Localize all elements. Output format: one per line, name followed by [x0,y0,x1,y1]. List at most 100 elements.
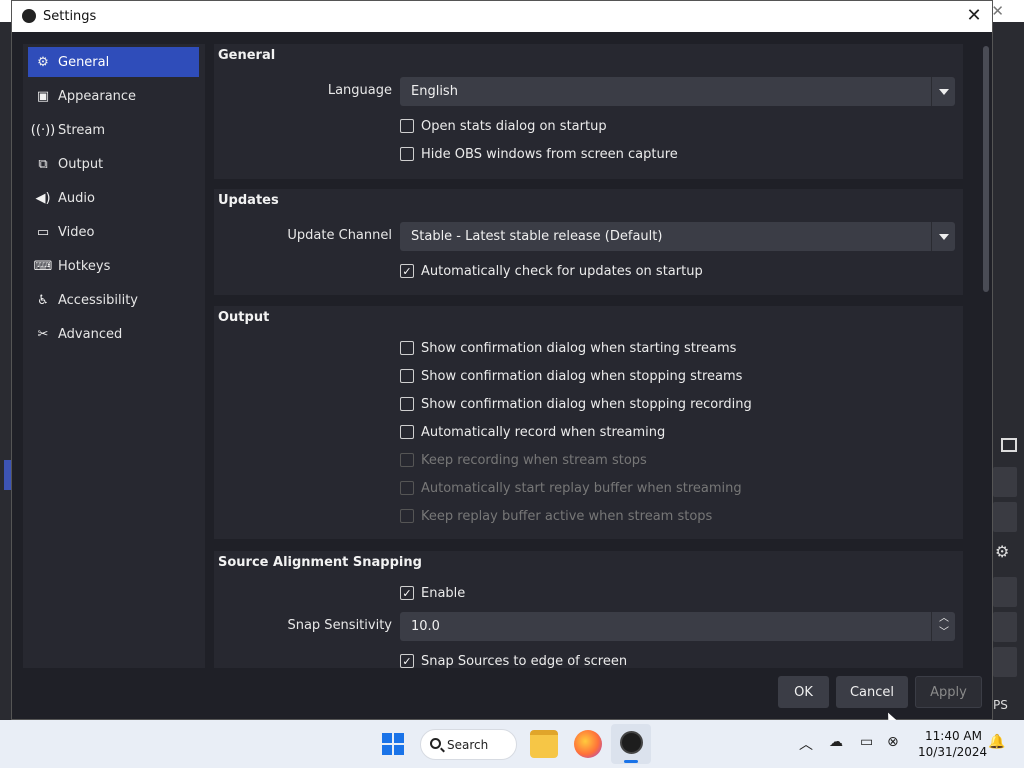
speaker-icon: ◀) [35,190,51,206]
snap-edge-checkbox[interactable]: ✓ Snap Sources to edge of screen [400,651,627,668]
checkbox-box[interactable] [400,397,414,411]
general-section: General Language English Open stats dial… [214,44,963,179]
control-button[interactable] [993,647,1017,677]
section-heading: General [218,48,276,63]
close-icon[interactable]: ✕ [964,6,984,26]
spin-buttons: ︿ ﹀ [931,612,955,641]
chevron-up-icon[interactable]: ︿ [799,734,813,754]
checkbox-box[interactable] [400,369,414,383]
confirm-stop-recording-checkbox[interactable]: Show confirmation dialog when stopping r… [400,394,752,414]
sidebar-item-audio[interactable]: ◀) Audio [28,183,199,213]
output-section: Output Show confirmation dialog when sta… [214,306,963,539]
sidebar-item-accessibility[interactable]: ♿ Accessibility [28,285,199,315]
auto-record-checkbox[interactable]: Automatically record when streaming [400,422,665,442]
checkbox-box-checked[interactable]: ✓ [400,654,414,668]
dock-window-icon[interactable] [1001,438,1017,452]
broadcast-icon: ((·)) [30,122,56,138]
sidebar-item-label: Audio [58,190,95,206]
checkbox-box[interactable] [400,119,414,133]
section-heading: Updates [218,193,279,208]
settings-content: General Language English Open stats dial… [214,44,991,668]
settings-gear-icon[interactable]: ⚙ [995,542,1009,561]
network-icon[interactable]: ⊗ [887,734,899,750]
clock-time: 11:40 AM [925,729,982,743]
checkbox-label: Show confirmation dialog when starting s… [421,340,737,356]
taskbar-clock[interactable]: 11:40 AM 10/31/2024 [918,728,987,760]
confirm-start-stream-checkbox[interactable]: Show confirmation dialog when starting s… [400,338,736,358]
obs-main-close-icon[interactable]: ✕ [991,2,1004,20]
sidebar-item-advanced[interactable]: ✂ Advanced [28,319,199,349]
snap-enable-checkbox[interactable]: ✓ Enable [400,583,465,603]
checkbox-label: Hide OBS windows from screen capture [421,146,678,162]
keyboard-icon: ⌨ [33,258,53,274]
sidebar-item-label: Stream [58,122,106,138]
checkbox-box-disabled [400,453,414,467]
checkbox-box[interactable] [400,147,414,161]
control-button[interactable] [993,467,1017,497]
sidebar-item-general[interactable]: ⚙ General [28,47,199,77]
sidebar-item-stream[interactable]: ((·)) Stream [28,115,199,145]
language-label: Language [327,83,392,98]
dialog-titlebar: Settings ✕ [12,1,992,32]
obs-icon [620,731,643,754]
onedrive-icon[interactable]: ☁ [829,734,843,750]
sidebar-item-hotkeys[interactable]: ⌨ Hotkeys [28,251,199,281]
scrollbar-thumb[interactable] [983,46,989,292]
file-explorer-icon[interactable] [530,730,558,758]
control-button[interactable] [993,577,1017,607]
update-channel-value: Stable - Latest stable release (Default) [411,229,663,244]
open-stats-checkbox[interactable]: Open stats dialog on startup [400,116,607,136]
checkbox-label: Automatically start replay buffer when s… [421,480,742,496]
snap-sensitivity-spinbox[interactable]: 10.0 ︿ ﹀ [400,612,955,641]
update-channel-label: Update Channel [287,228,392,243]
hide-obs-checkbox[interactable]: Hide OBS windows from screen capture [400,144,678,164]
control-button[interactable] [993,612,1017,642]
taskbar: Search ︿ ☁ ▭ ⊗ 11:40 AM 10/31/2024 🔔 [0,720,1024,768]
keep-replay-buffer-checkbox: Keep replay buffer active when stream st… [400,506,712,526]
content-scrollbar[interactable] [981,44,991,668]
checkbox-box-disabled [400,481,414,495]
checkbox-box-checked[interactable]: ✓ [400,586,414,600]
chevron-up-icon[interactable]: ︿ [932,612,956,626]
accessibility-icon: ♿ [37,292,49,308]
taskbar-obs-button[interactable] [611,724,651,764]
settings-dialog: Settings ✕ ⚙ General ▣ Appearance ((·)) … [11,0,993,720]
update-channel-select[interactable]: Stable - Latest stable release (Default) [400,222,955,251]
taskbar-search-button[interactable]: Search [420,729,517,760]
checkbox-label: Snap Sources to edge of screen [421,653,628,669]
checkbox-label: Show confirmation dialog when stopping r… [421,396,752,412]
chevron-down-icon[interactable] [931,222,955,251]
chevron-down-icon[interactable]: ﹀ [932,626,956,640]
apply-button[interactable]: Apply [915,676,982,708]
sidebar-item-label: Accessibility [58,292,138,308]
checkbox-label: Enable [421,585,466,601]
checkbox-box[interactable] [400,425,414,439]
display-icon[interactable]: ▭ [860,734,873,750]
checkbox-label: Automatically record when streaming [421,424,666,440]
sidebar-item-video[interactable]: ▭ Video [28,217,199,247]
firefox-icon[interactable] [574,730,602,758]
language-select[interactable]: English [400,77,955,106]
sidebar-item-appearance[interactable]: ▣ Appearance [28,81,199,111]
sidebar-item-output[interactable]: ⧉ Output [28,149,199,179]
control-button[interactable] [993,502,1017,532]
confirm-stop-stream-checkbox[interactable]: Show confirmation dialog when stopping s… [400,366,742,386]
chevron-down-icon[interactable] [931,77,955,106]
cancel-button[interactable]: Cancel [836,676,908,708]
checkbox-box[interactable] [400,341,414,355]
settings-sidebar: ⚙ General ▣ Appearance ((·)) Stream ⧉ Ou… [23,44,205,668]
monitor-icon: ▭ [36,224,50,240]
search-icon [430,738,441,749]
windows-start-icon[interactable] [382,733,404,755]
active-app-indicator [624,760,638,763]
ok-button[interactable]: OK [778,676,829,708]
gear-icon: ⚙ [37,54,49,70]
sidebar-item-label: Output [58,156,104,172]
obs-main-right-strip: ⚙ PS [993,22,1024,720]
bell-icon[interactable]: 🔔 [988,734,1005,750]
auto-replay-buffer-checkbox: Automatically start replay buffer when s… [400,478,742,498]
search-label: Search [447,737,489,752]
auto-check-updates-checkbox[interactable]: ✓ Automatically check for updates on sta… [400,261,703,281]
checkbox-box-checked[interactable]: ✓ [400,264,414,278]
checkbox-box-disabled [400,509,414,523]
